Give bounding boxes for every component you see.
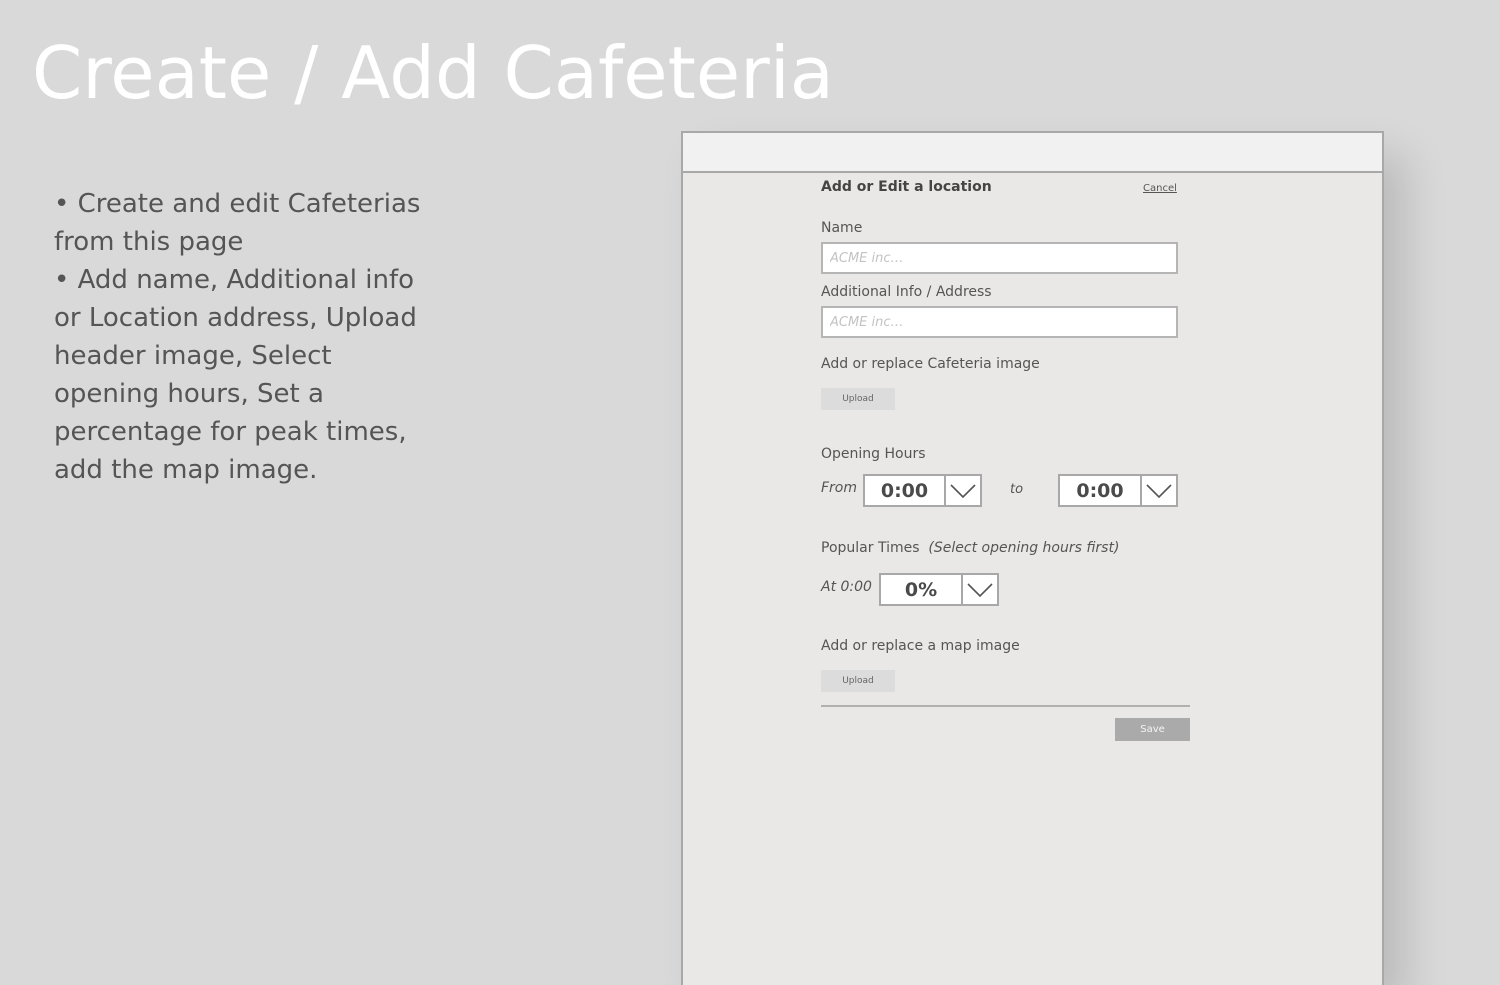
window-header-bar <box>683 133 1382 173</box>
popular-times-hint: (Select opening hours first) <box>928 540 1120 556</box>
description-bullet: • Add name, Additional info or Location … <box>54 265 417 485</box>
cafeteria-image-label: Add or replace Cafeteria image <box>821 356 1040 372</box>
page-title: Create / Add Cafeteria <box>32 31 834 115</box>
name-label: Name <box>821 220 863 236</box>
upload-map-image-button[interactable]: Upload <box>821 670 895 692</box>
upload-cafeteria-image-button[interactable]: Upload <box>821 388 895 410</box>
opening-hours-label: Opening Hours <box>821 446 926 462</box>
additional-info-label: Additional Info / Address <box>821 284 992 300</box>
description: • Create and edit Cafeterias from this p… <box>54 185 434 489</box>
at-time-label: At 0:00 <box>821 579 872 595</box>
cancel-link[interactable]: Cancel <box>1143 183 1177 194</box>
form-divider <box>821 705 1190 707</box>
popular-times-label: Popular Times (Select opening hours firs… <box>821 540 1119 556</box>
map-image-label: Add or replace a map image <box>821 638 1020 654</box>
opening-from-select[interactable]: 0:00 <box>863 474 982 507</box>
to-label: to <box>1010 482 1024 497</box>
opening-from-value: 0:00 <box>865 476 946 505</box>
opening-to-select[interactable]: 0:00 <box>1058 474 1178 507</box>
popular-times-value: 0% <box>881 575 963 604</box>
description-bullet: • Create and edit Cafeterias from this p… <box>54 189 421 257</box>
chevron-down-icon[interactable] <box>946 476 980 505</box>
form-window: Add or Edit a location Cancel Name Addit… <box>681 131 1384 985</box>
save-button[interactable]: Save <box>1115 718 1190 741</box>
popular-times-title: Popular Times <box>821 540 920 556</box>
additional-info-input[interactable] <box>821 306 1178 338</box>
name-input[interactable] <box>821 242 1178 274</box>
chevron-down-icon[interactable] <box>1142 476 1176 505</box>
form-title: Add or Edit a location <box>821 179 992 195</box>
popular-times-select[interactable]: 0% <box>879 573 999 606</box>
from-label: From <box>821 480 858 496</box>
chevron-down-icon[interactable] <box>963 575 997 604</box>
opening-to-value: 0:00 <box>1060 476 1142 505</box>
location-form: Add or Edit a location Cancel Name Addit… <box>821 173 1191 773</box>
